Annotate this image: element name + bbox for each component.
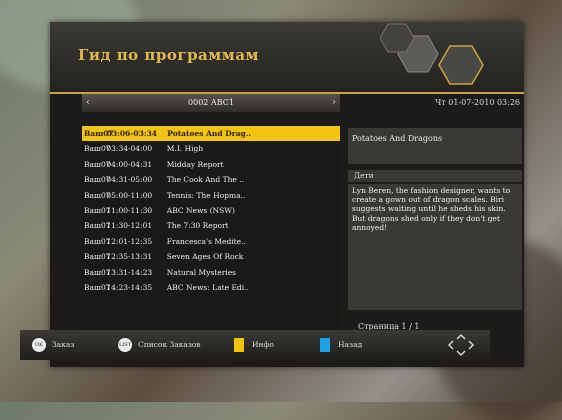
ok-button-icon: OK bbox=[32, 338, 46, 352]
program-row[interactable]: Ваш07 04:31-05:00 The Cook And The .. bbox=[82, 172, 340, 187]
channel-name: 0002 ABC1 bbox=[188, 98, 234, 107]
program-row[interactable]: Ваш07 11:30-12:01 The 7:30 Report bbox=[82, 218, 340, 233]
channel-selector[interactable]: ‹ 0002 ABC1 › bbox=[82, 94, 340, 112]
program-genre: Дети bbox=[348, 170, 522, 182]
chevron-right-icon[interactable]: › bbox=[332, 94, 336, 112]
program-list: Ваш07 03:06-03:34 Potatoes And Drag.. Ва… bbox=[82, 126, 340, 336]
back-label: Назад bbox=[338, 340, 363, 349]
program-day: Ваш07 bbox=[84, 205, 111, 215]
program-row[interactable]: Ваш07 13:31-14:23 Natural Mysteries bbox=[82, 265, 340, 280]
program-row[interactable]: Ваш07 12:35-13:31 Seven Ages Of Rock bbox=[82, 249, 340, 264]
list-button-icon: LIST bbox=[118, 338, 132, 352]
program-time: 11:00-11:30 bbox=[106, 205, 153, 215]
program-title: The 7:30 Report bbox=[166, 221, 229, 231]
program-title: M.I. High bbox=[166, 144, 204, 154]
current-datetime: Чт 01-07-2010 03:26 bbox=[435, 98, 520, 107]
hexagon-decoration-icon bbox=[380, 23, 484, 85]
program-time: 03:34-04:00 bbox=[106, 144, 153, 154]
chevron-left-icon[interactable]: ‹ bbox=[86, 94, 90, 112]
program-day: Ваш07 bbox=[84, 252, 111, 262]
program-day: Ваш07 bbox=[84, 282, 111, 292]
order-list-label: Список Заказов bbox=[138, 340, 201, 349]
back-hint[interactable]: Назад bbox=[320, 330, 362, 360]
program-title: Midday Report bbox=[166, 159, 224, 169]
program-title: Seven Ages Of Rock bbox=[166, 252, 244, 262]
program-day: Ваш07 bbox=[84, 144, 111, 154]
program-time: 13:31-14:23 bbox=[106, 267, 153, 277]
program-title: ABC News (NSW) bbox=[166, 205, 235, 215]
epg-window: Гид по программам ‹ 0002 ABC1 › Чт 01-07… bbox=[50, 22, 524, 367]
program-day: Ваш07 bbox=[84, 236, 111, 246]
program-row[interactable]: Ваш07 03:34-04:00 M.I. High bbox=[82, 141, 340, 156]
program-row[interactable]: Ваш07 05:00-11:00 Tennis: The Hopma.. bbox=[82, 188, 340, 203]
program-detail-title: Potatoes And Dragons bbox=[348, 128, 522, 164]
program-title: Francesca's Medite.. bbox=[166, 236, 246, 246]
program-title: The Cook And The .. bbox=[166, 175, 244, 185]
program-row[interactable]: Ваш07 11:00-11:30 ABC News (NSW) bbox=[82, 203, 340, 218]
page-title: Гид по программам bbox=[78, 46, 260, 64]
program-time: 12:35-13:31 bbox=[106, 252, 153, 262]
program-day: Ваш07 bbox=[84, 159, 111, 169]
order-hint[interactable]: OK Заказ bbox=[32, 330, 74, 360]
epg-header: Гид по программам bbox=[50, 22, 524, 94]
program-day: Ваш07 bbox=[84, 267, 111, 277]
program-time: 04:31-05:00 bbox=[106, 175, 153, 185]
program-time: 14:23-14:35 bbox=[106, 282, 153, 292]
program-time: 12:01-12:35 bbox=[106, 236, 153, 246]
program-time: 04:00-04:31 bbox=[106, 159, 153, 169]
program-row[interactable]: Ваш07 12:01-12:35 Francesca's Medite.. bbox=[82, 234, 340, 249]
footer-bar: OK Заказ LIST Список Заказов Инфо Назад bbox=[20, 330, 490, 360]
order-list-hint[interactable]: LIST Список Заказов bbox=[118, 330, 201, 360]
info-hint[interactable]: Инфо bbox=[234, 330, 274, 360]
info-label: Инфо bbox=[252, 340, 274, 349]
order-label: Заказ bbox=[52, 340, 75, 349]
program-title: Tennis: The Hopma.. bbox=[166, 190, 246, 200]
program-row[interactable]: Ваш07 03:06-03:34 Potatoes And Drag.. bbox=[82, 126, 340, 142]
program-day: Ваш07 bbox=[84, 221, 111, 231]
program-time: 11:30-12:01 bbox=[106, 221, 153, 231]
program-day: Ваш07 bbox=[84, 175, 111, 185]
program-title: Natural Mysteries bbox=[166, 267, 236, 277]
yellow-key-icon bbox=[234, 338, 244, 352]
blue-key-icon bbox=[320, 338, 330, 352]
program-row[interactable]: Ваш07 14:23-14:35 ABC News: Late Edi.. bbox=[82, 280, 340, 295]
epg-content: ‹ 0002 ABC1 › Чт 01-07-2010 03:26 Ваш07 … bbox=[82, 94, 522, 354]
program-day: Ваш07 bbox=[84, 190, 111, 200]
program-row[interactable]: Ваш07 04:00-04:31 Midday Report bbox=[82, 157, 340, 172]
program-title: ABC News: Late Edi.. bbox=[166, 282, 249, 292]
program-time: 05:00-11:00 bbox=[106, 190, 153, 200]
program-time: 03:06-03:34 bbox=[106, 129, 158, 138]
program-day: Ваш07 bbox=[84, 129, 114, 138]
program-title: Potatoes And Drag.. bbox=[167, 129, 251, 138]
navigation-arrows-icon bbox=[448, 334, 474, 356]
program-description: Lyn Beren, the fashion designer, wants t… bbox=[348, 184, 522, 310]
